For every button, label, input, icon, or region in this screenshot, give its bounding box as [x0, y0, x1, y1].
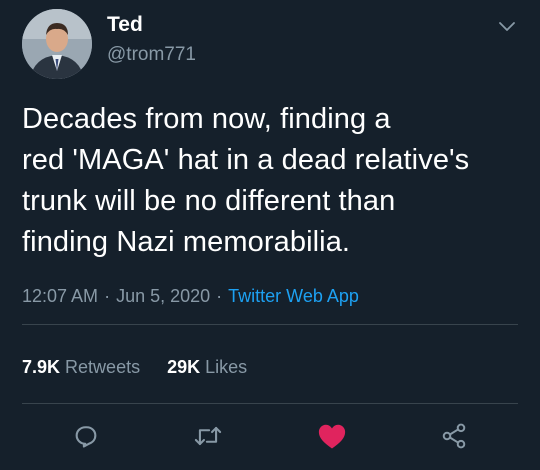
username-handle[interactable]: @trom771 [107, 43, 196, 67]
like-button[interactable] [316, 420, 348, 452]
likes-label: Likes [205, 357, 248, 377]
retweet-icon [194, 426, 222, 446]
avatar[interactable] [22, 9, 92, 79]
reply-icon [75, 426, 97, 448]
reply-button[interactable] [70, 420, 102, 452]
more-options-button[interactable] [494, 14, 520, 40]
retweets-stat[interactable]: 7.9K Retweets [22, 357, 140, 377]
action-bar [0, 414, 540, 458]
retweets-label: Retweets [65, 357, 141, 377]
tweet-text: Decades from now, finding a red 'MAGA' h… [22, 103, 470, 258]
share-icon [442, 423, 466, 449]
likes-count: 29K [167, 357, 201, 377]
share-button[interactable] [438, 420, 470, 452]
tweet-detail: Ted @trom771 Decades from now, finding a… [0, 0, 540, 470]
tweet-meta: 12:07 AM · Jun 5, 2020 · Twitter Web App [22, 284, 359, 308]
avatar-photo [22, 9, 92, 79]
like-heart-icon [318, 424, 346, 449]
tweet-time[interactable]: 12:07 AM [22, 286, 98, 306]
divider [22, 324, 518, 325]
chevron-down-icon [499, 22, 515, 31]
meta-separator: · [216, 286, 223, 306]
divider [22, 403, 518, 404]
display-name[interactable]: Ted [107, 12, 143, 38]
retweet-button[interactable] [192, 420, 224, 452]
tweet-date[interactable]: Jun 5, 2020 [116, 286, 210, 306]
likes-stat[interactable]: 29K Likes [167, 357, 247, 377]
tweet-stats: 7.9K Retweets 29K Likes [22, 355, 247, 379]
meta-separator: · [104, 286, 111, 306]
tweet-source-link[interactable]: Twitter Web App [228, 286, 359, 306]
retweets-count: 7.9K [22, 357, 61, 377]
